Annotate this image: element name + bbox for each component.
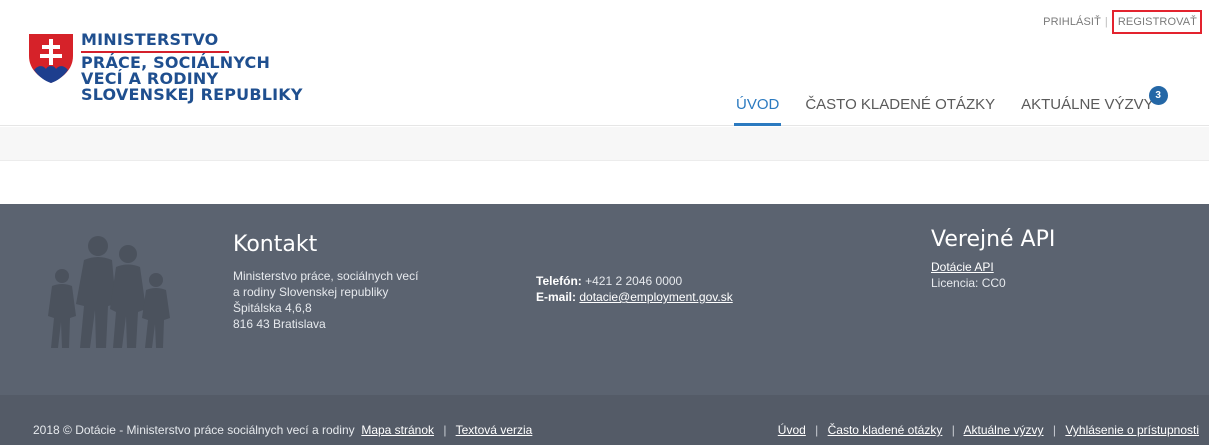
footer-links: Úvod | Často kladené otázky | Aktuálne v… [778, 423, 1199, 437]
family-icon [48, 236, 170, 348]
ministry-name: MINISTERSTVO PRÁCE, SOCIÁLNYCH VECÍ A RO… [81, 32, 341, 103]
link-separator: | [815, 423, 819, 437]
contact-details: Telefón: +421 2 2046 0000 E-mail: dotaci… [536, 273, 733, 305]
account-links: PRIHLÁSIŤ | REGISTROVAŤ [1043, 8, 1202, 36]
site-footer: Kontakt Ministerstvo práce, sociálnych v… [0, 204, 1209, 395]
link-separator: | [951, 423, 955, 437]
link-separator: | [1052, 423, 1057, 437]
contact-section: Kontakt Ministerstvo práce, sociálnych v… [233, 232, 418, 332]
site-header: MINISTERSTVO PRÁCE, SOCIÁLNYCH VECÍ A RO… [0, 0, 1209, 126]
register-link[interactable]: REGISTROVAŤ [1111, 10, 1202, 34]
nav-item-calls[interactable]: AKTUÁLNE VÝZVY 3 [1019, 86, 1168, 126]
contact-heading: Kontakt [233, 232, 318, 257]
logo-line-1: MINISTERSTVO [81, 32, 229, 53]
phone-number: +421 2 2046 0000 [585, 274, 683, 288]
link-separator: | [1104, 16, 1108, 28]
nav-item-faq[interactable]: ČASTO KLADENÉ OTÁZKY [803, 96, 997, 126]
slovak-crest-icon [29, 34, 73, 83]
logo-line-4: SLOVENSKEJ REPUBLIKY [81, 85, 303, 104]
footer-link-faq[interactable]: Často kladené otázky [828, 423, 943, 437]
address-line: 816 43 Bratislava [233, 317, 326, 331]
api-link[interactable]: Dotácie API [931, 260, 994, 274]
login-link[interactable]: PRIHLÁSIŤ [1043, 16, 1101, 28]
api-heading: Verejné API [931, 227, 1056, 252]
email-row: E-mail: dotacie@employment.gov.sk [536, 289, 733, 305]
footer-link-accessibility[interactable]: Vyhlásenie o prístupnosti [1065, 423, 1199, 437]
footer-bottom-bar: 2018 © Dotácie - Ministerstvo práce soci… [0, 395, 1209, 445]
footer-link-calls[interactable]: Aktuálne výzvy [964, 423, 1044, 437]
api-license: Licencia: CC0 [931, 276, 1006, 290]
text-version-link[interactable]: Textová verzia [456, 423, 533, 437]
footer-link-uvod[interactable]: Úvod [778, 423, 806, 437]
phone-row: Telefón: +421 2 2046 0000 [536, 273, 733, 289]
nav-item-uvod[interactable]: ÚVOD [734, 96, 782, 126]
copyright-text: 2018 © Dotácie - Ministerstvo práce soci… [33, 423, 355, 437]
email-label: E-mail: [536, 290, 577, 304]
address-line: a rodiny Slovenskej republiky [233, 285, 389, 299]
api-section: Verejné API Dotácie API Licencia: CC0 [931, 227, 1056, 291]
address-line: Ministerstvo práce, sociálnych vecí [233, 269, 419, 283]
phone-label: Telefón: [536, 274, 582, 288]
sitemap-link[interactable]: Mapa stránok [361, 423, 434, 437]
address-line: Špitálska 4,6,8 [233, 301, 312, 315]
link-separator: | [443, 423, 447, 437]
calls-count-badge: 3 [1148, 86, 1168, 105]
footer-bottom-left: 2018 © Dotácie - Ministerstvo práce soci… [33, 423, 532, 437]
contact-address: Ministerstvo práce, sociálnych vecí a ro… [233, 268, 418, 332]
main-nav: ÚVOD ČASTO KLADENÉ OTÁZKY AKTUÁLNE VÝZVY… [734, 86, 1168, 126]
nav-item-calls-label: AKTUÁLNE VÝZVY [1021, 96, 1154, 113]
breadcrumb-bar [0, 127, 1209, 161]
email-link[interactable]: dotacie@employment.gov.sk [579, 290, 732, 304]
